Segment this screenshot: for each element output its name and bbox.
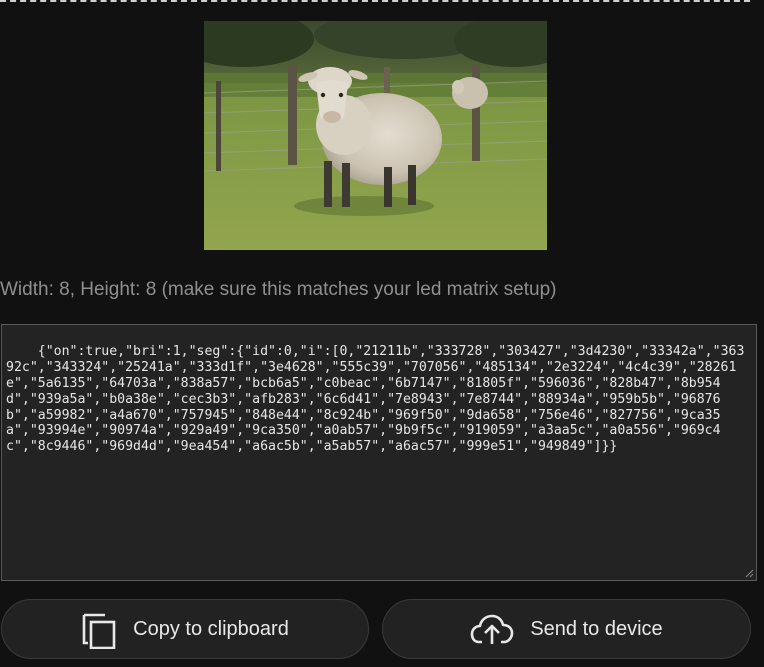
copy-button-label: Copy to clipboard (133, 617, 289, 640)
top-divider (0, 0, 750, 2)
send-to-device-button[interactable]: Send to device (382, 599, 751, 659)
copy-to-clipboard-button[interactable]: Copy to clipboard (1, 599, 369, 659)
resize-handle-icon[interactable] (745, 569, 754, 578)
cloud-upload-icon (470, 612, 514, 646)
json-output-textarea[interactable]: {"on":true,"bri":1,"seg":{"id":0,"i":[0,… (1, 324, 757, 581)
image-preview (204, 21, 547, 250)
matrix-size-info: Width: 8, Height: 8 (make sure this matc… (0, 279, 557, 300)
send-button-label: Send to device (530, 617, 663, 640)
json-output-text: {"on":true,"bri":1,"seg":{"id":0,"i":[0,… (6, 343, 745, 455)
sheep-photo (204, 21, 547, 250)
pixel-art-converter-page: Width: 8, Height: 8 (make sure this matc… (0, 0, 764, 667)
copy-icon (81, 609, 117, 649)
